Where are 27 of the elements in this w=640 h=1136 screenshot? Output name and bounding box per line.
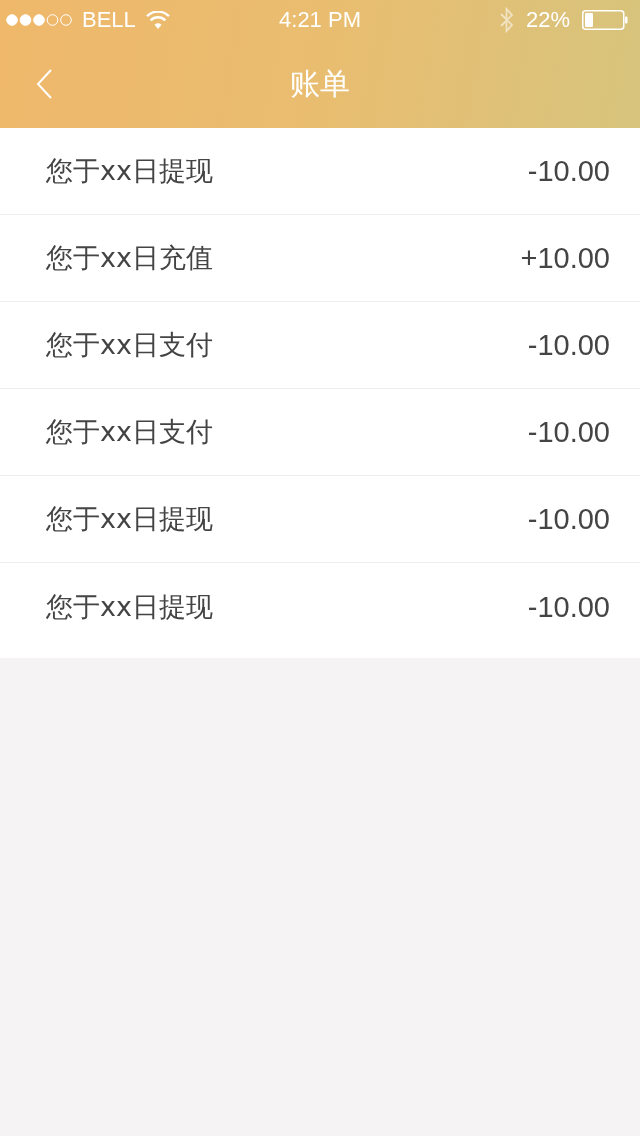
bill-amount: -10.00 — [527, 328, 610, 362]
bill-description: 您于xx日提现 — [46, 502, 213, 536]
bill-row[interactable]: 您于xx日提现 -10.00 — [0, 476, 640, 563]
battery-percent: 22% — [525, 7, 570, 33]
signal-strength-icon — [6, 14, 72, 26]
page-title: 账单 — [290, 66, 350, 102]
wifi-icon — [145, 11, 170, 29]
bill-row[interactable]: 您于xx日支付 -10.00 — [0, 389, 640, 476]
bill-description: 您于xx日充值 — [46, 241, 213, 275]
bill-amount: +10.00 — [520, 241, 610, 275]
bill-amount: -10.00 — [527, 154, 610, 188]
bill-description: 您于xx日提现 — [46, 589, 213, 624]
status-time: 4:21 PM — [279, 7, 361, 33]
bill-row[interactable]: 您于xx日提现 -10.00 — [0, 563, 640, 650]
bill-row[interactable]: 您于xx日充值 +10.00 — [0, 215, 640, 302]
bill-row[interactable]: 您于xx日提现 -10.00 — [0, 128, 640, 215]
bill-amount: -10.00 — [527, 415, 610, 449]
bill-description: 您于xx日提现 — [46, 154, 213, 188]
battery-icon — [582, 10, 628, 30]
bill-description: 您于xx日支付 — [46, 328, 213, 362]
bill-row[interactable]: 您于xx日支付 -10.00 — [0, 302, 640, 389]
bluetooth-icon — [499, 7, 514, 33]
bill-description: 您于xx日支付 — [46, 415, 213, 449]
bill-amount: -10.00 — [527, 502, 610, 536]
back-icon — [36, 69, 52, 99]
bill-amount: -10.00 — [527, 589, 610, 624]
carrier-name: BELL — [82, 7, 136, 33]
